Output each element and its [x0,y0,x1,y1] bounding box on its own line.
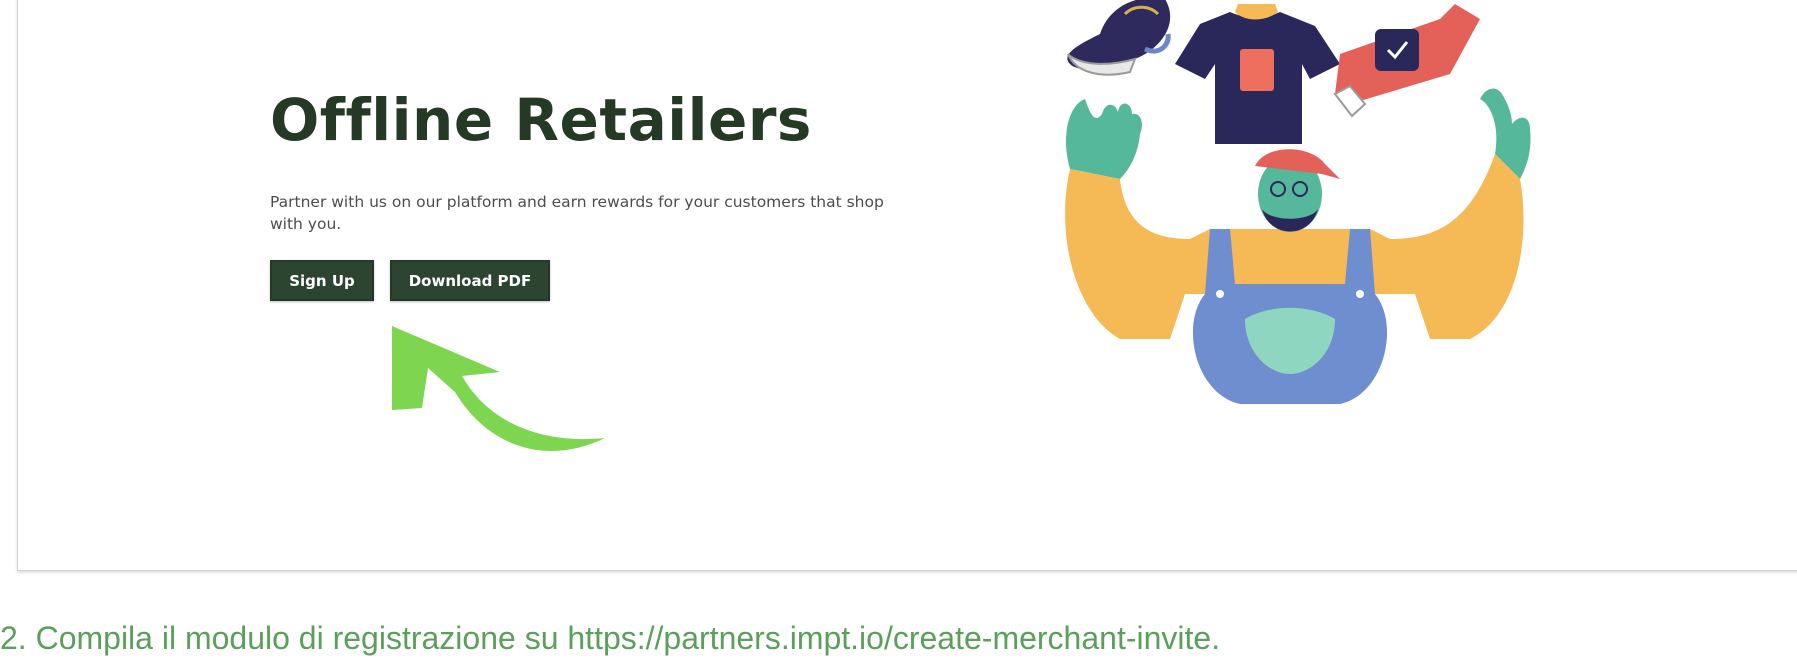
hero-description: Partner with us on our platform and earn… [270,193,884,233]
retailer-illustration [1065,0,1531,404]
page-title: Offline Retailers [270,86,812,154]
instruction-caption: 2. Compila il modulo di registrazione su… [0,620,1221,656]
watch-icon [1333,4,1480,118]
download-pdf-button[interactable]: Download PDF [390,260,550,301]
annotation-arrow-icon [392,326,605,451]
sign-up-button[interactable]: Sign Up [270,260,374,301]
tshirt-icon [1175,4,1340,144]
sneaker-icon [1067,0,1171,76]
